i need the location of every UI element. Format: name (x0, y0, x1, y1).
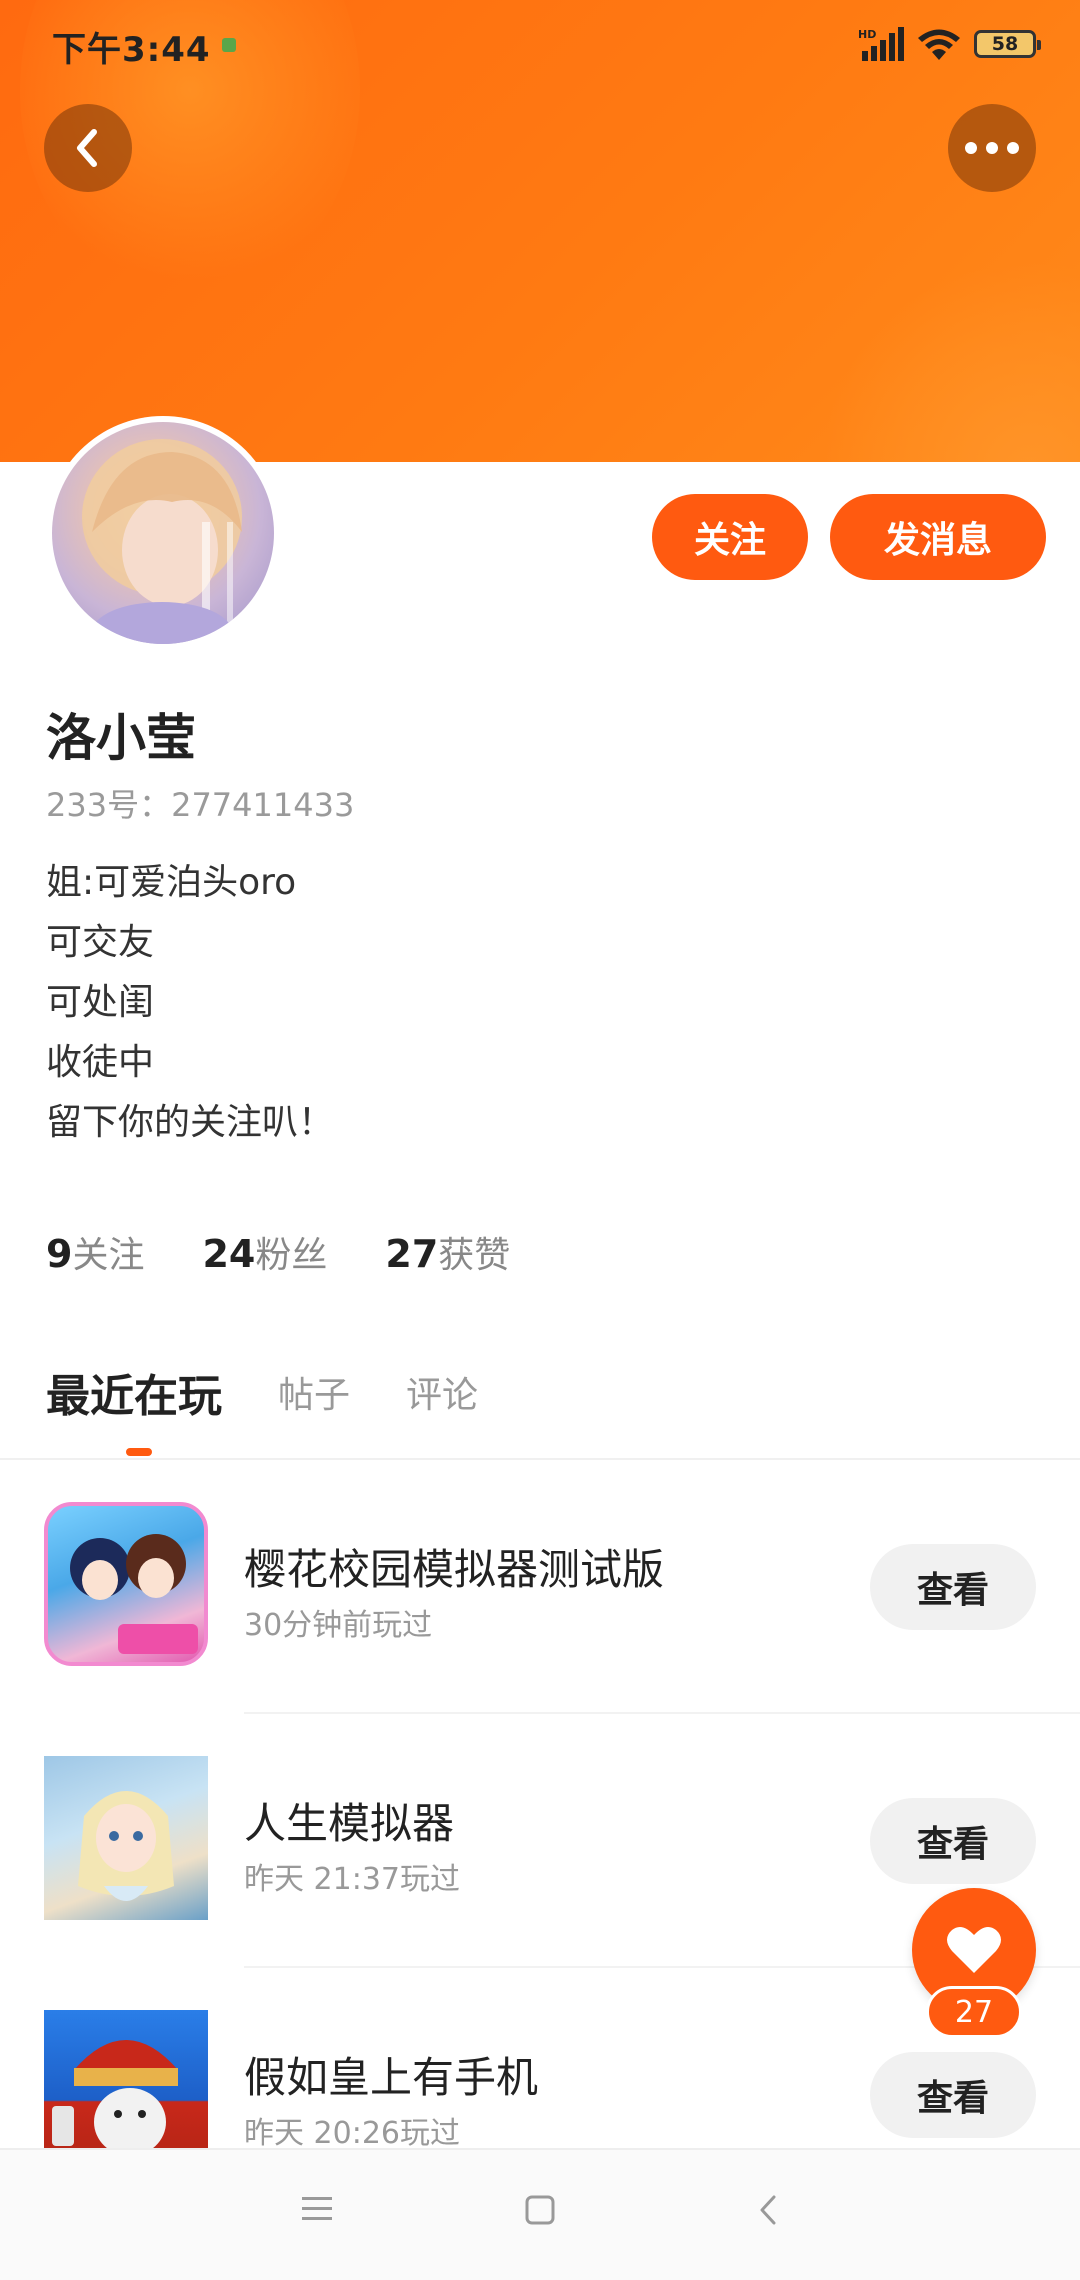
game-title: 人生模拟器 (244, 1799, 455, 1848)
profile-tabs: 最近在玩 帖子 评论 (46, 1360, 478, 1424)
more-button[interactable] (948, 104, 1036, 192)
profile-stats: 9关注 24粉丝 27获赞 (46, 1226, 510, 1278)
like-count-badge: 27 (926, 1986, 1022, 2038)
stat-following[interactable]: 9关注 (46, 1226, 144, 1278)
game-title: 樱花校园模拟器测试版 (244, 1545, 665, 1594)
more-dots-icon (965, 142, 1019, 154)
stat-label: 粉丝 (255, 1235, 328, 1276)
profile-name: 洛小莹 (46, 709, 196, 767)
game-icon (44, 1756, 208, 1920)
bio-line: 收徒中 (46, 1042, 155, 1083)
tab-comments[interactable]: 评论 (406, 1366, 478, 1418)
game-last-played: 昨天 20:26玩过 (244, 2116, 460, 2151)
avatar[interactable] (46, 416, 280, 650)
game-last-played: 30分钟前玩过 (244, 1608, 433, 1643)
stat-number: 9 (46, 1232, 73, 1276)
bio-line: 可处闺 (46, 982, 155, 1023)
recent-games-list: 樱花校园模拟器测试版 30分钟前玩过 查看 人生模拟器 昨天 21:37玩过 查… (0, 1460, 1080, 2222)
signal-icon: HD (858, 27, 904, 61)
svg-text:HD: HD (858, 28, 876, 41)
stat-label: 关注 (72, 1235, 145, 1276)
bio-line: 可交友 (46, 922, 155, 963)
bio-line: 姐:可爱泊头oro (46, 862, 297, 903)
bio-line: 留下你的关注叭！ (46, 1102, 335, 1143)
view-button[interactable]: 查看 (870, 1798, 1036, 1884)
game-title: 假如皇上有手机 (244, 2053, 539, 2102)
game-last-played: 昨天 21:37玩过 (244, 1862, 460, 1897)
stat-label: 获赞 (438, 1235, 511, 1276)
stat-fans[interactable]: 24粉丝 (202, 1226, 327, 1278)
banner-decoration (820, 260, 1080, 462)
status-bar: 下午3:44 HD 58 (0, 0, 1080, 90)
view-button[interactable]: 查看 (870, 1544, 1036, 1630)
tab-posts[interactable]: 帖子 (278, 1366, 350, 1418)
active-tab-indicator (126, 1448, 152, 1456)
notification-icon (222, 38, 236, 52)
game-icon (44, 1502, 208, 1666)
back-button[interactable] (44, 104, 132, 192)
status-icons: HD 58 (858, 24, 1041, 64)
battery-indicator: 58 (974, 30, 1041, 58)
menu-icon[interactable] (300, 2194, 334, 2224)
status-time: 下午3:44 (52, 30, 211, 70)
heart-icon (947, 1926, 1001, 1973)
wifi-icon (918, 29, 960, 60)
avatar-illustration (82, 439, 242, 644)
tab-recently-played[interactable]: 最近在玩 (46, 1360, 222, 1424)
view-button[interactable]: 查看 (870, 2052, 1036, 2138)
system-nav-bar (0, 2148, 1080, 2280)
follow-button[interactable]: 关注 (652, 494, 808, 580)
home-square-icon[interactable] (524, 2194, 556, 2226)
stat-number: 27 (385, 1232, 439, 1276)
stat-number: 24 (202, 1232, 256, 1276)
list-item[interactable]: 樱花校园模拟器测试版 30分钟前玩过 查看 (0, 1460, 1080, 1714)
back-triangle-icon[interactable] (756, 2194, 780, 2226)
chevron-left-icon (77, 129, 97, 167)
profile-page: { "status_bar": { "time": "下午3:44", "bat… (0, 0, 1080, 2280)
profile-uid: 233号：277411433 (46, 786, 355, 824)
profile-bio: 姐:可爱泊头oro 可交友 可处闺 收徒中 留下你的关注叭！ (46, 858, 946, 1158)
send-message-button[interactable]: 发消息 (830, 494, 1046, 580)
stat-likes: 27获赞 (385, 1226, 510, 1278)
avatar-image (52, 422, 274, 644)
